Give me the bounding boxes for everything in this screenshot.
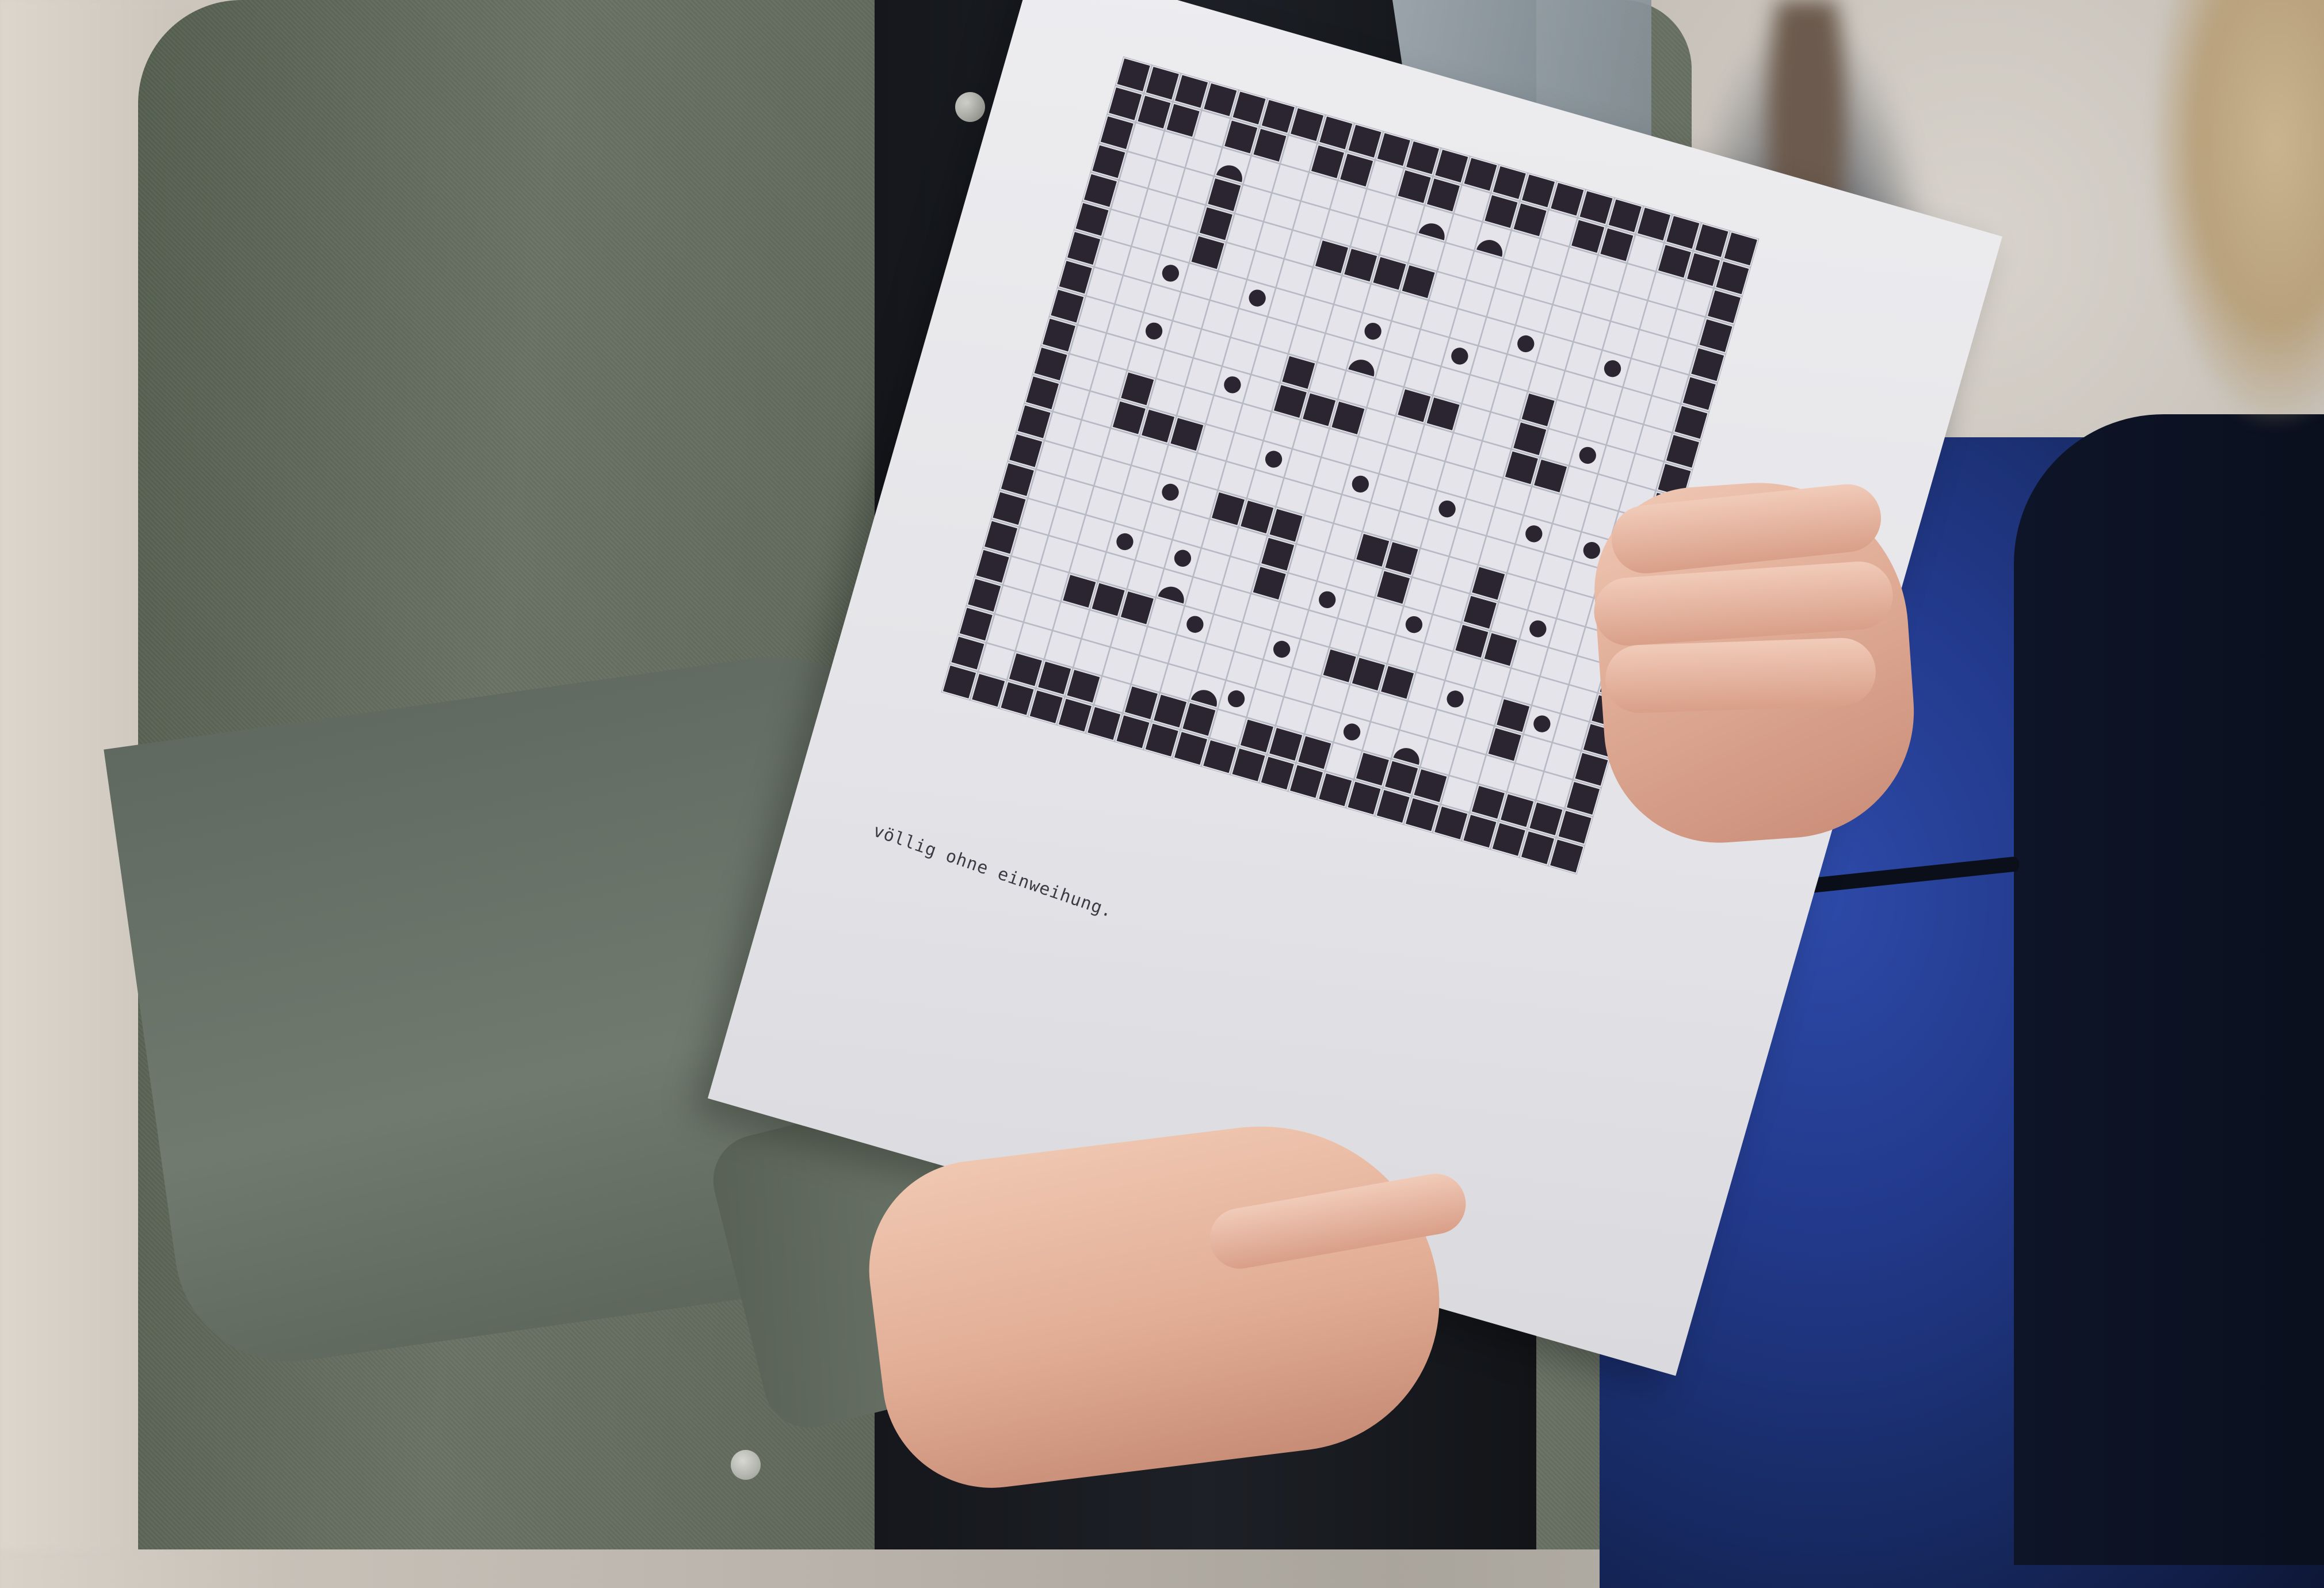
photo-scene: völlig ohne einweihung. xyxy=(0,0,2324,1588)
poster-caption: völlig ohne einweihung. xyxy=(871,820,1116,922)
blond-hair xyxy=(2151,0,2324,426)
finger xyxy=(1604,636,1877,715)
dark-jacket-panel xyxy=(2014,414,2324,1565)
shirt-button xyxy=(731,1450,761,1480)
shirt-button xyxy=(955,92,985,122)
